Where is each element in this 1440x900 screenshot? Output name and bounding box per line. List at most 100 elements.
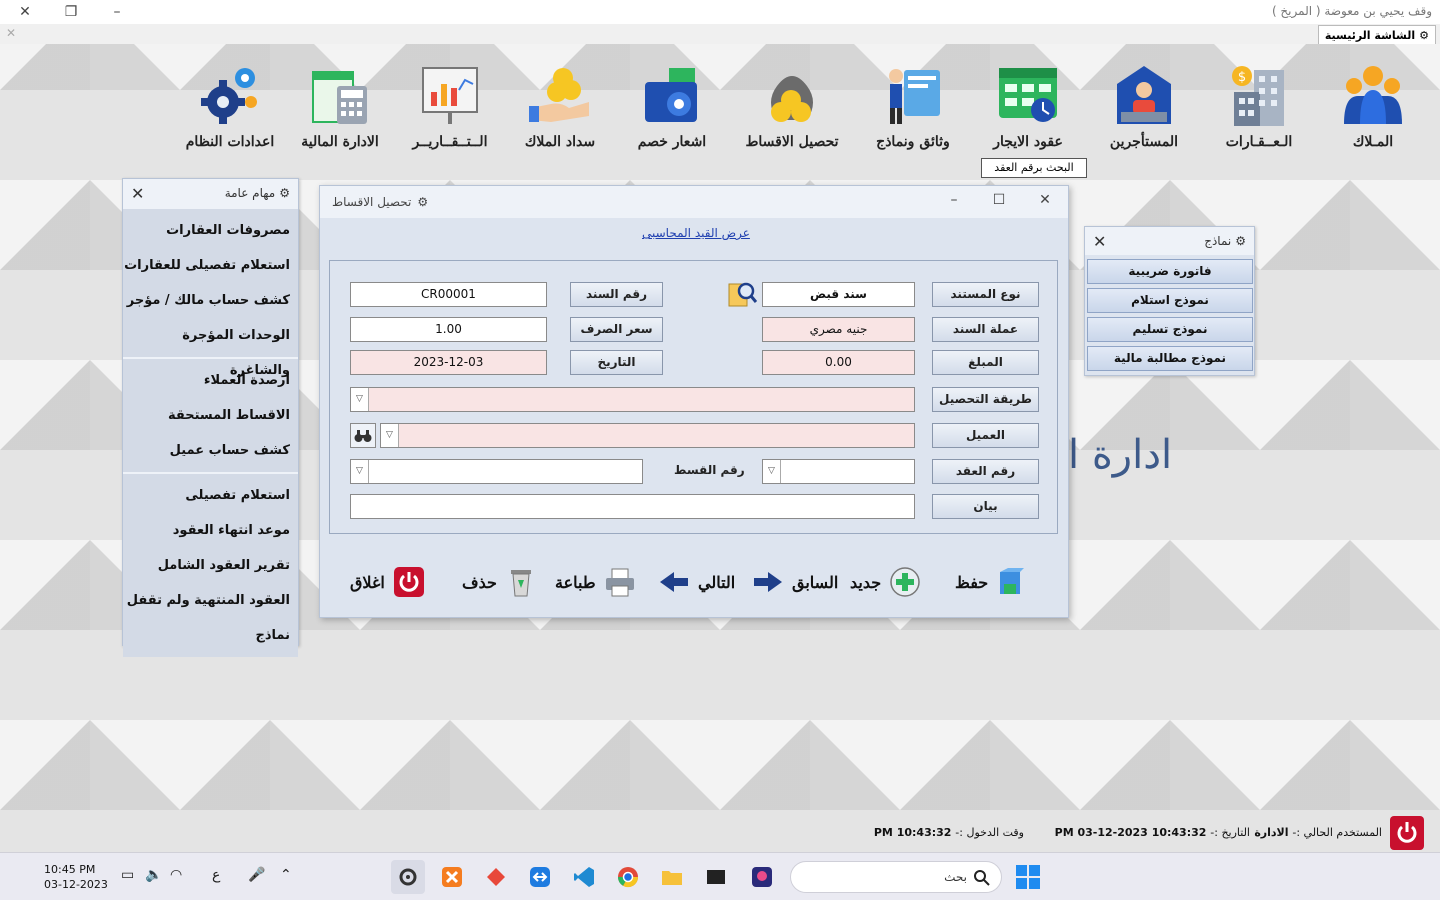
exchange-rate-label: سعر الصرف bbox=[570, 317, 663, 342]
search-by-contract-tooltip[interactable]: البحث برقم العقد bbox=[981, 158, 1087, 178]
print-button[interactable]: طباعة bbox=[555, 564, 636, 600]
arrow-right-icon bbox=[752, 566, 784, 598]
task-item[interactable]: مصروفات العقارات bbox=[123, 213, 298, 248]
menu-properties[interactable]: $ الـعــقـارات bbox=[1199, 62, 1319, 150]
menu-collect-installments[interactable]: تحصيل الاقساط bbox=[732, 62, 852, 150]
close-icon[interactable]: ✕ bbox=[131, 184, 144, 203]
volume-icon[interactable]: 🔈 bbox=[145, 867, 162, 883]
menu-financial-management[interactable]: الادارة المالية bbox=[280, 62, 400, 150]
language-indicator[interactable]: ع bbox=[212, 867, 220, 883]
menu-system-settings[interactable]: اعدادات النظام bbox=[170, 62, 290, 150]
tax-invoice-button[interactable]: فاتورة ضريبية bbox=[1087, 259, 1253, 284]
menu-debit-note[interactable]: اشعار خصم bbox=[612, 62, 732, 150]
save-button[interactable]: حفظ bbox=[955, 564, 1028, 600]
contract-no-label: رقم العقد bbox=[932, 459, 1039, 484]
new-button[interactable]: جديد bbox=[850, 564, 921, 600]
teamviewer-icon[interactable] bbox=[523, 860, 557, 894]
customer-dropdown[interactable]: ▽ bbox=[380, 423, 915, 448]
view-accounting-entry-link[interactable]: عرض القيد المحاسبى bbox=[642, 226, 750, 240]
new-label: جديد bbox=[850, 572, 882, 592]
task-item[interactable]: تقرير العقود الشامل bbox=[123, 548, 298, 583]
task-item[interactable]: استعلام تفصيلى bbox=[123, 478, 298, 513]
delivery-form-button[interactable]: نموذج تسليم bbox=[1087, 317, 1253, 342]
minimize-window-icon[interactable]: – bbox=[106, 2, 128, 22]
minimize-icon[interactable]: – bbox=[944, 192, 964, 208]
installment-no-label: رقم القسط bbox=[674, 463, 745, 477]
voucher-no-field[interactable]: CR00001 bbox=[350, 282, 547, 307]
task-item[interactable]: نماذج bbox=[123, 618, 298, 653]
binoculars-icon[interactable] bbox=[350, 423, 376, 448]
background-heading: ادارة ا bbox=[1068, 432, 1173, 478]
menu-lease-contracts[interactable]: عقود الايجار bbox=[968, 62, 1088, 150]
previous-button[interactable]: السابق bbox=[752, 564, 838, 600]
voucher-currency-field[interactable]: جنيه مصري bbox=[762, 317, 915, 342]
wifi-icon[interactable]: ◠ bbox=[170, 867, 182, 883]
close-icon[interactable]: ✕ bbox=[1035, 192, 1055, 208]
delete-label: حذف bbox=[462, 572, 497, 592]
dialog-actions: حفظ جديد السابق التالي طباعة حذف اغلاق bbox=[340, 564, 1055, 600]
search-icon[interactable] bbox=[727, 280, 758, 308]
taskbar-search-input[interactable]: بحث bbox=[790, 861, 1002, 893]
menu-owner-payment[interactable]: سداد الملاك bbox=[500, 62, 620, 150]
chevron-down-icon[interactable]: ▽ bbox=[351, 460, 369, 483]
close-icon[interactable]: ✕ bbox=[1093, 232, 1106, 251]
taskbar-clock[interactable]: 10:45 PM 03-12-2023 bbox=[44, 862, 108, 892]
maximize-icon[interactable]: ☐ bbox=[989, 192, 1009, 208]
premiere-icon[interactable] bbox=[745, 860, 779, 894]
menu-reports[interactable]: الــتــقــاريــر bbox=[390, 62, 510, 150]
task-item[interactable]: ارصدة العملاء bbox=[123, 363, 298, 398]
doc-type-field[interactable]: سند قبض bbox=[762, 282, 915, 307]
vscode-icon[interactable] bbox=[567, 860, 601, 894]
voucher-currency-label: عملة السند bbox=[932, 317, 1039, 342]
amount-field[interactable]: 0.00 bbox=[762, 350, 915, 375]
task-item[interactable]: كشف حساب عميل bbox=[123, 433, 298, 468]
task-item[interactable]: الوحدات المؤجرة والشاغرة bbox=[123, 318, 298, 378]
task-item[interactable]: موعد انتهاء العقود bbox=[123, 513, 298, 548]
task-item[interactable]: الاقساط المستحقة bbox=[123, 398, 298, 433]
task-item[interactable]: العقود المنتهية ولم تقفل bbox=[123, 583, 298, 618]
amount-label: المبلغ bbox=[932, 350, 1039, 375]
menu-collect-installments-label: تحصيل الاقساط bbox=[745, 134, 839, 150]
close-label: اغلاق bbox=[350, 572, 385, 592]
tab-close-icon[interactable]: ✕ bbox=[6, 26, 16, 40]
app-gear-taskbar-icon[interactable] bbox=[391, 860, 425, 894]
xampp-icon[interactable] bbox=[435, 860, 469, 894]
anydesk-icon[interactable] bbox=[479, 860, 513, 894]
next-button[interactable]: التالي bbox=[658, 564, 735, 600]
chevron-down-icon[interactable]: ▽ bbox=[351, 388, 369, 411]
windows-start-icon[interactable] bbox=[1016, 865, 1040, 889]
statement-field[interactable] bbox=[350, 494, 915, 519]
dialog-fields: نوع المستند عملة السند المبلغ طريقة التح… bbox=[329, 260, 1058, 534]
close-button[interactable]: اغلاق bbox=[350, 564, 425, 600]
menu-tenants[interactable]: المستأجرين bbox=[1084, 62, 1204, 150]
delete-button[interactable]: حذف bbox=[462, 564, 537, 600]
folder-icon[interactable] bbox=[655, 860, 689, 894]
collection-method-dropdown[interactable]: ▽ bbox=[350, 387, 915, 412]
payment-claim-form-button[interactable]: نموذج مطالبة مالية bbox=[1087, 346, 1253, 371]
menu-owners[interactable]: المـلاك bbox=[1313, 62, 1433, 150]
lease-contracts-icon bbox=[995, 62, 1061, 128]
menu-documents[interactable]: وثائق ونماذج bbox=[853, 62, 973, 150]
receipt-form-button[interactable]: نموذج استلام bbox=[1087, 288, 1253, 313]
battery-icon[interactable]: ▭ bbox=[121, 867, 134, 883]
chevron-down-icon[interactable]: ▽ bbox=[763, 460, 781, 483]
contract-no-dropdown[interactable]: ▽ bbox=[762, 459, 915, 484]
status-user-label: المستخدم الحالي :- bbox=[1292, 826, 1382, 839]
menu-owners-label: المـلاك bbox=[1352, 134, 1394, 150]
chevron-up-icon[interactable]: ⌃ bbox=[280, 867, 292, 883]
restore-window-icon[interactable]: ❐ bbox=[60, 2, 82, 22]
exchange-rate-field[interactable]: 1.00 bbox=[350, 317, 547, 342]
gear-icon: ⚙ bbox=[1419, 28, 1429, 42]
doc-type-label: نوع المستند bbox=[932, 282, 1039, 307]
microphone-icon[interactable]: 🎤 bbox=[248, 867, 265, 883]
terminal-icon[interactable] bbox=[699, 860, 733, 894]
installment-no-dropdown[interactable]: ▽ bbox=[350, 459, 643, 484]
close-window-icon[interactable]: ✕ bbox=[14, 2, 36, 22]
chrome-icon[interactable] bbox=[611, 860, 645, 894]
task-item[interactable]: كشف حساب مالك / مؤجر bbox=[123, 283, 298, 318]
chevron-down-icon[interactable]: ▽ bbox=[381, 424, 399, 447]
tab-home[interactable]: ⚙ الشاشة الرئيسية bbox=[1317, 25, 1436, 44]
date-field[interactable]: 2023-12-03 bbox=[350, 350, 547, 375]
collect-installments-dialog: ⚙ تحصيل الاقساط – ☐ ✕ عرض القيد المحاسبى… bbox=[319, 185, 1069, 618]
task-item[interactable]: استعلام تفصيلى للعقارات bbox=[123, 248, 298, 283]
